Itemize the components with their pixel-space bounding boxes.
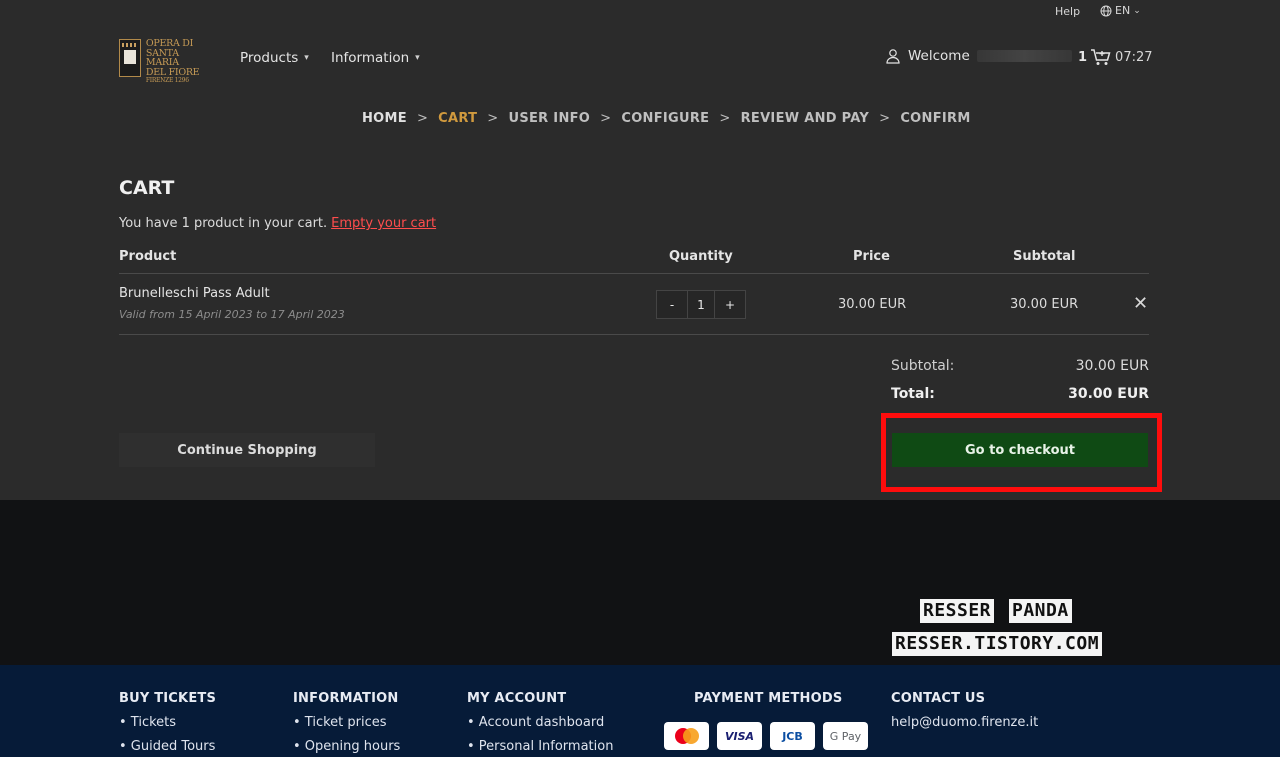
logo-emblem-icon bbox=[119, 39, 141, 77]
globe-icon bbox=[1100, 5, 1112, 16]
footer-contact-us: CONTACT US help@duomo.firenze.it bbox=[891, 691, 1038, 739]
breadcrumb-separator: > bbox=[416, 111, 429, 126]
step-user-info: USER INFO bbox=[508, 111, 591, 126]
watermark-text: RESSER.TISTORY.COM bbox=[892, 632, 1103, 656]
header-cart[interactable]: 1 07:27 bbox=[1078, 48, 1153, 66]
total-label: Total: bbox=[891, 386, 935, 402]
chevron-down-icon: ⌄ bbox=[1133, 5, 1141, 16]
payment-card-list: VISA JCB G Pay bbox=[664, 722, 868, 750]
logo-line: SANTA MARIA bbox=[145, 47, 179, 68]
cart-summary-text: You have 1 product in your cart. bbox=[119, 216, 328, 231]
language-label: EN bbox=[1115, 4, 1131, 17]
column-header-subtotal: Subtotal bbox=[1013, 249, 1076, 264]
user-welcome[interactable]: Welcome bbox=[885, 48, 1072, 64]
footer-link-opening-hours[interactable]: • Opening hours bbox=[293, 739, 400, 754]
item-subtotal: 30.00 EUR bbox=[1010, 297, 1079, 312]
footer-buy-tickets: BUY TICKETS • Tickets • Guided Tours bbox=[119, 691, 216, 757]
site-logo[interactable]: OPERA DI SANTA MARIA DEL FIORE FIRENZE 1… bbox=[119, 39, 214, 84]
jcb-icon: JCB bbox=[770, 722, 815, 750]
step-confirm: CONFIRM bbox=[900, 111, 971, 126]
subtotal-label: Subtotal: bbox=[891, 358, 955, 374]
footer-my-account: MY ACCOUNT • Account dashboard • Persona… bbox=[467, 691, 613, 757]
welcome-label: Welcome bbox=[908, 48, 970, 64]
empty-cart-link[interactable]: Empty your cart bbox=[331, 216, 436, 231]
footer-link-ticket-prices[interactable]: • Ticket prices bbox=[293, 715, 400, 730]
user-icon bbox=[886, 49, 900, 64]
breadcrumb-separator: > bbox=[487, 111, 499, 126]
total-value: 30.00 EUR bbox=[1068, 386, 1149, 402]
top-utility-bar: Help EN ⌄ bbox=[0, 0, 1280, 24]
cart-timer: 07:27 bbox=[1115, 49, 1153, 65]
subtotal-value: 30.00 EUR bbox=[1075, 358, 1149, 374]
footer-contact-email[interactable]: help@duomo.firenze.it bbox=[891, 715, 1038, 730]
item-price: 30.00 EUR bbox=[838, 297, 907, 312]
nav-products[interactable]: Products ▾ bbox=[240, 50, 309, 66]
logo-line: DEL FIORE bbox=[145, 66, 200, 78]
nav-information-label: Information bbox=[331, 50, 410, 66]
footer-heading: CONTACT US bbox=[891, 691, 986, 706]
quantity-value[interactable]: 1 bbox=[687, 291, 715, 318]
step-home[interactable]: HOME bbox=[362, 111, 407, 126]
continue-shopping-button[interactable]: Continue Shopping bbox=[119, 433, 375, 467]
cart-summary: You have 1 product in your cart. Empty yo… bbox=[119, 216, 436, 231]
product-name: Brunelleschi Pass Adult bbox=[119, 286, 270, 301]
step-configure: CONFIGURE bbox=[621, 111, 710, 126]
site-header: OPERA DI SANTA MARIA DEL FIORE FIRENZE 1… bbox=[0, 24, 1280, 90]
nav-information[interactable]: Information ▾ bbox=[331, 50, 420, 66]
site-footer: BUY TICKETS • Tickets • Guided Tours INF… bbox=[0, 665, 1280, 757]
language-selector[interactable]: EN ⌄ bbox=[1100, 4, 1141, 17]
checkout-steps-breadcrumb: HOME > CART > USER INFO > CONFIGURE > RE… bbox=[362, 111, 971, 126]
mastercard-icon bbox=[664, 722, 709, 750]
table-divider bbox=[119, 334, 1149, 335]
page-title: CART bbox=[119, 177, 175, 199]
column-header-quantity: Quantity bbox=[669, 249, 733, 264]
visa-icon: VISA bbox=[717, 722, 762, 750]
chevron-down-icon: ▾ bbox=[304, 53, 309, 63]
cart-icon bbox=[1091, 49, 1111, 65]
footer-link-guided-tours[interactable]: • Guided Tours bbox=[119, 739, 216, 754]
step-cart: CART bbox=[438, 111, 478, 126]
product-validity: Valid from 15 April 2023 to 17 April 202… bbox=[119, 308, 345, 321]
footer-payment-methods: PAYMENT METHODS bbox=[694, 691, 842, 715]
footer-information: INFORMATION • Ticket prices • Opening ho… bbox=[293, 691, 400, 757]
logo-line: FIRENZE 1296 bbox=[145, 77, 189, 84]
cart-count: 1 bbox=[1078, 49, 1088, 65]
table-divider bbox=[119, 273, 1149, 274]
footer-heading: MY ACCOUNT bbox=[467, 691, 567, 706]
nav-products-label: Products bbox=[240, 50, 299, 66]
increase-quantity-button[interactable]: + bbox=[715, 291, 745, 318]
chevron-down-icon: ▾ bbox=[415, 53, 420, 63]
step-review-and-pay: REVIEW AND PAY bbox=[740, 111, 870, 126]
footer-heading: INFORMATION bbox=[293, 691, 399, 706]
column-header-product: Product bbox=[119, 249, 177, 264]
go-to-checkout-button[interactable]: Go to checkout bbox=[892, 433, 1148, 467]
footer-link-account-dashboard[interactable]: • Account dashboard bbox=[467, 715, 613, 730]
breadcrumb-separator: > bbox=[719, 111, 731, 126]
remove-item-close-icon[interactable]: ✕ bbox=[1133, 293, 1148, 314]
footer-link-personal-information[interactable]: • Personal Information bbox=[467, 739, 613, 754]
decrease-quantity-button[interactable]: - bbox=[657, 291, 687, 318]
blurred-username bbox=[976, 50, 1072, 62]
quantity-stepper: - 1 + bbox=[656, 290, 746, 319]
column-header-price: Price bbox=[853, 249, 890, 264]
watermark-text: PANDA bbox=[1009, 599, 1072, 623]
footer-link-tickets[interactable]: • Tickets bbox=[119, 715, 216, 730]
google-pay-icon: G Pay bbox=[823, 722, 868, 750]
watermark-text: RESSER bbox=[920, 599, 995, 623]
breadcrumb-separator: > bbox=[879, 111, 891, 126]
footer-heading: PAYMENT METHODS bbox=[694, 691, 843, 706]
breadcrumb-separator: > bbox=[600, 111, 612, 126]
footer-heading: BUY TICKETS bbox=[119, 691, 217, 706]
help-link[interactable]: Help bbox=[1055, 5, 1080, 18]
